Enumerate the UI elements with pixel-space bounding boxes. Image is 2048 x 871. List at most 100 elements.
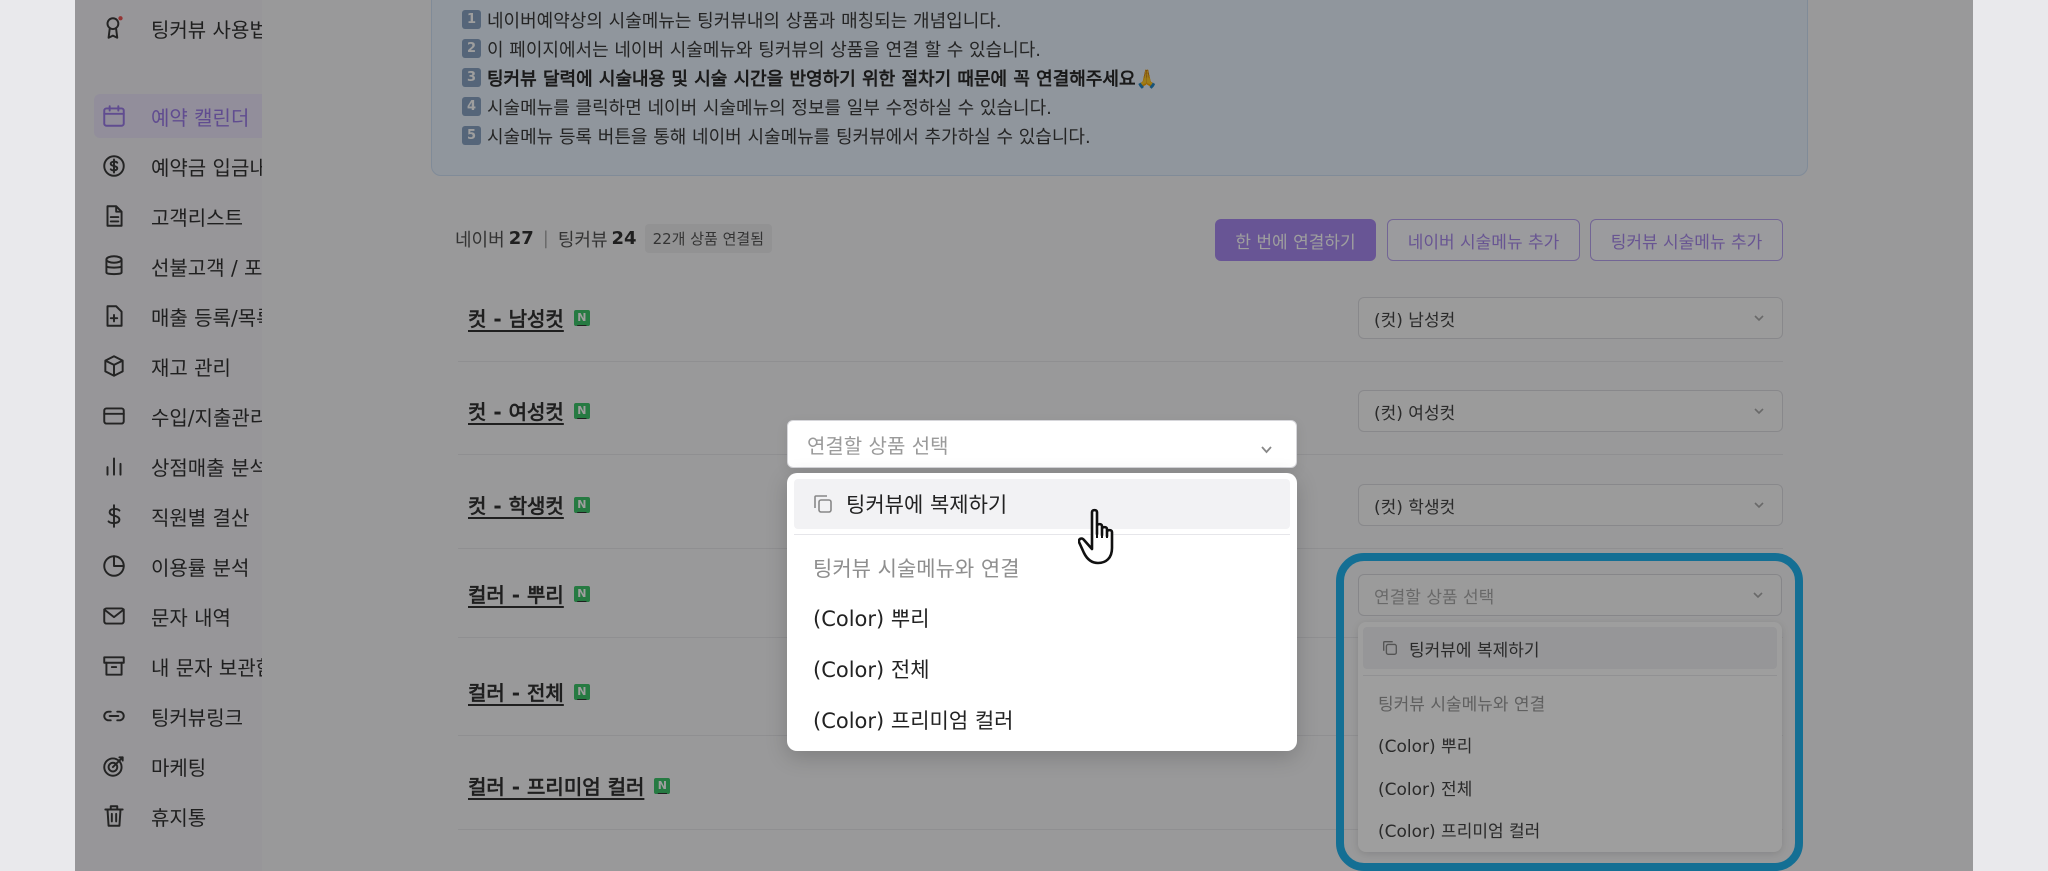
menu-name-link[interactable]: 컬러 - 뿌리 N <box>468 550 590 637</box>
naver-n-icon: N <box>654 777 671 794</box>
naver-label: 네이버 <box>455 229 505 251</box>
tinkerview-label: 팅커뷰 <box>557 229 608 251</box>
number-badge: 5 <box>462 126 481 145</box>
dropdown-option[interactable]: (Color) 뿌리 <box>813 603 930 633</box>
divider <box>794 534 1290 535</box>
naver-n-icon: N <box>573 496 590 513</box>
sidebar-item-usage[interactable]: 이용률 분석 <box>100 546 249 586</box>
dollar-icon <box>100 502 128 530</box>
chevron-down-icon <box>1752 497 1766 511</box>
sidebar-item-label: 상점매출 분석 <box>151 455 262 480</box>
frame-right <box>1973 0 2048 871</box>
sidebar-item-prepaid[interactable]: 선불고객 / 포인트 <box>100 246 262 286</box>
sidebar-item-label: 예약금 입금내역 <box>151 155 262 180</box>
linked-badge: 22개 상품 연결됨 <box>644 224 773 253</box>
naver-n-icon: N <box>573 585 590 602</box>
file-plus-icon <box>100 302 128 330</box>
notice-line: 3 팅커뷰 달력에 시술내용 및 시술 시간을 반영하기 위한 절차기 때문에 꼭… <box>462 63 1777 92</box>
sidebar-item-sales[interactable]: 매출 등록/목록 <box>100 296 262 336</box>
box-icon <box>100 352 128 380</box>
notice-line: 1 네이버예약상의 시술메뉴는 팅커뷰내의 상품과 매칭되는 개념입니다. <box>462 5 1777 34</box>
frame-left <box>0 0 75 871</box>
notice-text: 시술메뉴를 클릭하면 네이버 시술메뉴의 정보를 일부 수정하실 수 있습니다. <box>487 97 1052 119</box>
table-row: 컷 - 남성컷 N (컷) 남성컷 <box>458 274 1783 362</box>
archive-icon <box>100 652 128 680</box>
notice-text: 이 페이지에서는 네이버 시술메뉴와 팅커뷰의 상품을 연결 할 수 있습니다. <box>487 39 1042 61</box>
mail-icon <box>100 602 128 630</box>
menu-name-link[interactable]: 컷 - 남성컷 N <box>468 274 590 361</box>
pie-chart-icon <box>100 552 128 580</box>
duplicate-option[interactable]: 팅커뷰에 복제하기 <box>794 479 1290 529</box>
sidebar-item-label: 예약 캘린더 <box>151 105 250 130</box>
product-select-zoomed[interactable]: 연결할 상품 선택 <box>787 420 1297 468</box>
product-select[interactable]: (컷) 학생컷 <box>1358 484 1783 526</box>
sidebar-item-label: 매출 등록/목록 <box>151 305 262 330</box>
sidebar-item-inventory[interactable]: 재고 관리 <box>100 346 231 386</box>
sidebar-item-label: 휴지통 <box>151 805 207 830</box>
menu-name-link[interactable]: 컬러 - 프리미엄 컬러 N <box>468 742 671 829</box>
sidebar-item-deposit[interactable]: 예약금 입금내역 <box>100 146 262 186</box>
product-select[interactable]: (컷) 여성컷 <box>1358 390 1783 432</box>
highlight-frame <box>1336 553 1803 871</box>
card-icon <box>100 402 128 430</box>
dropdown-option[interactable]: (Color) 프리미엄 컬러 <box>813 705 1013 735</box>
sidebar-item-guide[interactable]: 팅커뷰 사용법 <box>100 8 262 48</box>
tinkerview-count: 24 <box>611 228 637 249</box>
sidebar-item-label: 수입/지출관리 <box>151 405 262 430</box>
menu-name-link[interactable]: 컬러 - 전체 N <box>468 648 590 735</box>
sidebar-item-link[interactable]: 팅커뷰링크 <box>100 696 243 736</box>
sidebar-item-marketing[interactable]: 마케팅 <box>100 746 206 786</box>
sidebar-item-customers[interactable]: 고객리스트 <box>100 196 243 236</box>
number-badge: 1 <box>462 10 481 29</box>
naver-n-icon: N <box>573 683 590 700</box>
sidebar-item-label: 내 문자 보관함 <box>151 655 262 680</box>
copy-icon <box>814 495 832 513</box>
dropdown-menu-zoomed: 팅커뷰에 복제하기 팅커뷰 시술메뉴와 연결 (Color) 뿌리 (Color… <box>787 473 1297 751</box>
link-all-button[interactable]: 한 번에 연결하기 <box>1215 219 1376 261</box>
database-icon <box>100 252 128 280</box>
badge-icon <box>100 14 128 42</box>
menu-name-link[interactable]: 컷 - 학생컷 N <box>468 461 590 548</box>
sidebar-item-sms-box[interactable]: 내 문자 보관함 <box>100 646 262 686</box>
sidebar-item-sms[interactable]: 문자 내역 <box>100 596 231 636</box>
notice-text: 시술메뉴 등록 버튼을 통해 네이버 시술메뉴를 팅커뷰에서 추가하실 수 있습… <box>487 126 1091 148</box>
chevron-down-icon <box>1752 310 1766 324</box>
dropdown-option[interactable]: (Color) 전체 <box>813 654 930 684</box>
add-tinkerview-menu-button[interactable]: 팅커뷰 시술메뉴 추가 <box>1590 219 1783 261</box>
notice-line: 4 시술메뉴를 클릭하면 네이버 시술메뉴의 정보를 일부 수정하실 수 있습니다… <box>462 92 1777 121</box>
trash-icon <box>100 802 128 830</box>
target-icon <box>100 752 128 780</box>
notice-box: 1 네이버예약상의 시술메뉴는 팅커뷰내의 상품과 매칭되는 개념입니다. 2 이 … <box>431 0 1808 176</box>
sidebar-item-calendar[interactable]: 예약 캘린더 <box>100 96 249 136</box>
sidebar-item-label: 이용률 분석 <box>151 555 250 580</box>
chevron-down-icon <box>1752 403 1766 417</box>
separator: | <box>542 228 549 249</box>
number-badge: 3 <box>462 68 481 87</box>
notice-text: 네이버예약상의 시술메뉴는 팅커뷰내의 상품과 매칭되는 개념입니다. <box>487 10 1002 32</box>
notice-line: 2 이 페이지에서는 네이버 시술메뉴와 팅커뷰의 상품을 연결 할 수 있습니다… <box>462 34 1777 63</box>
notice-text: 팅커뷰 달력에 시술내용 및 시술 시간을 반영하기 위한 절차기 때문에 꼭 … <box>487 68 1158 90</box>
number-badge: 4 <box>462 97 481 116</box>
sidebar-item-trash[interactable]: 휴지통 <box>100 796 206 836</box>
number-badge: 2 <box>462 39 481 58</box>
stats-bar: 네이버 27 | 팅커뷰 24 22개 상품 연결됨 <box>455 224 773 253</box>
hand-cursor-icon <box>1078 508 1114 565</box>
sidebar-item-label: 직원별 결산 <box>151 505 250 530</box>
sidebar-item-income[interactable]: 수입/지출관리 <box>100 396 262 436</box>
sidebar-item-label: 선불고객 / 포인트 <box>151 255 262 280</box>
dollar-circle-icon <box>100 152 128 180</box>
sidebar-item-label: 문자 내역 <box>151 605 231 630</box>
naver-n-icon: N <box>573 402 590 419</box>
bar-chart-icon <box>100 452 128 480</box>
sidebar-item-staff[interactable]: 직원별 결산 <box>100 496 249 536</box>
chevron-down-icon <box>1259 438 1274 462</box>
product-select[interactable]: (컷) 남성컷 <box>1358 297 1783 339</box>
menu-name-link[interactable]: 컷 - 여성컷 N <box>468 367 590 454</box>
sidebar-item-label: 재고 관리 <box>151 355 231 380</box>
sidebar-item-label: 고객리스트 <box>151 205 243 230</box>
group-label: 팅커뷰 시술메뉴와 연결 <box>813 557 1020 581</box>
sidebar-item-analytics[interactable]: 상점매출 분석 <box>100 446 262 486</box>
calendar-icon <box>100 102 128 130</box>
add-naver-menu-button[interactable]: 네이버 시술메뉴 추가 <box>1387 219 1580 261</box>
notice-line: 5 시술메뉴 등록 버튼을 통해 네이버 시술메뉴를 팅커뷰에서 추가하실 수 있… <box>462 121 1777 150</box>
